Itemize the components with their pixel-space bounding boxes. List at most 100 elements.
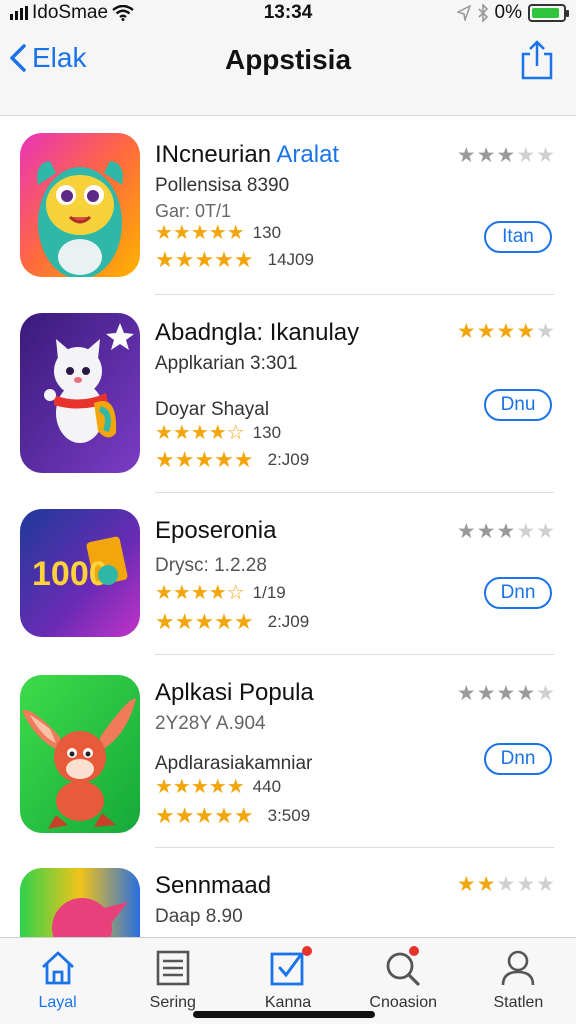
review-count: 2:J09 xyxy=(267,612,310,631)
star-icon: ★ xyxy=(536,873,556,896)
icon-logo-text: 1000 xyxy=(32,555,108,593)
star-icon: ★ xyxy=(476,520,497,543)
rating-summary: ★★★★★ 440 xyxy=(155,777,281,797)
notification-badge xyxy=(302,946,312,956)
app-title[interactable]: Sennmaad xyxy=(155,872,271,900)
red-bunny-icon[interactable] xyxy=(20,675,140,833)
star-icon: ★ xyxy=(456,144,477,167)
star-icon: ★ xyxy=(476,682,497,705)
star-rating-icon: ★★★★★ xyxy=(155,447,254,472)
share-icon[interactable] xyxy=(520,40,554,80)
rating-detail: ★★★★★ 2:J09 xyxy=(155,449,309,471)
review-count: 14J09 xyxy=(267,250,314,269)
star-icon: ★ xyxy=(476,320,497,343)
colorful-bird-icon[interactable] xyxy=(20,868,140,937)
status-bar: IdoSmae 13:34 0% xyxy=(0,0,576,26)
yellow-monster-icon[interactable] xyxy=(20,133,140,277)
list-item[interactable]: Sennmaad Daap 8.90 ★★★★★ xyxy=(0,848,576,937)
star-icon: ★ xyxy=(536,520,556,543)
rating-count: 440 xyxy=(252,777,282,796)
app-title[interactable]: Abadngla: Ikanulay xyxy=(155,319,359,347)
tab-bar: Layal Sering Kanna Cnoasion Statlen xyxy=(0,937,576,1024)
star-icon: ★ xyxy=(496,873,517,896)
app-title[interactable]: INcneurian Aralat xyxy=(155,141,339,169)
star-icon: ★ xyxy=(496,320,517,343)
tab-layal[interactable]: Layal xyxy=(0,938,115,1024)
star-icon: ★ xyxy=(536,320,556,343)
navigation-bar: Elak Appstisia xyxy=(0,26,576,116)
carrier-name: IdoSmae xyxy=(32,2,109,23)
star-icon: ★ xyxy=(456,682,477,705)
star-icon: ★ xyxy=(456,873,477,896)
top-rating: ★★★★★ xyxy=(457,683,556,704)
star-icon: ★ xyxy=(496,144,517,167)
wifi-icon xyxy=(112,5,134,21)
rating-summary: ★★★★☆ 130 xyxy=(155,423,281,443)
star-icon: ★ xyxy=(476,144,497,167)
app-subtitle: 2Y28Y A.904 xyxy=(155,713,266,734)
list-item[interactable]: Abadngla: Ikanulay Applkarian 3:301 Doya… xyxy=(0,295,576,493)
battery-level xyxy=(532,8,559,18)
tab-statlen[interactable]: Statlen xyxy=(461,938,576,1024)
battery-icon xyxy=(528,4,569,22)
tab-label: Kanna xyxy=(264,994,312,1011)
app-subtitle: Applkarian 3:301 xyxy=(155,353,298,374)
star-icon: ★ xyxy=(536,682,556,705)
get-button[interactable]: Itan xyxy=(484,221,552,253)
star-icon: ★ xyxy=(496,520,517,543)
rating-count: 1/19 xyxy=(252,583,286,602)
status-left: IdoSmae xyxy=(10,2,210,24)
rating-summary: ★★★★★ 130 xyxy=(155,223,281,243)
list-item[interactable]: INcneurian Aralat Pollensisa 8390 Gar: 0… xyxy=(0,117,576,295)
app-title-accent: Aralat xyxy=(276,141,340,168)
star-icon: ★ xyxy=(516,144,537,167)
list-item[interactable]: Aplkasi Popula 2Y28Y A.904 Apdlarasiakam… xyxy=(0,655,576,848)
star-rating-icon: ★★★★★ xyxy=(155,247,254,272)
battery-percent: 0% xyxy=(494,2,522,23)
logo-text-icon[interactable]: 1000 xyxy=(20,509,140,637)
top-rating: ★★★★★ xyxy=(457,321,556,342)
bluetooth-icon xyxy=(477,4,488,22)
review-count: 3:509 xyxy=(267,806,311,825)
signal-icon xyxy=(10,6,28,20)
star-icon: ★ xyxy=(536,144,556,167)
tab-icon-wrap xyxy=(268,946,312,988)
star-icon: ★ xyxy=(496,682,517,705)
app-meta: Doyar Shayal xyxy=(155,399,270,420)
app-list[interactable]: INcneurian Aralat Pollensisa 8390 Gar: 0… xyxy=(0,117,576,937)
review-count: 2:J09 xyxy=(267,450,310,469)
get-button[interactable]: Dnn xyxy=(484,577,552,609)
tab-label: Sering xyxy=(149,994,196,1011)
app-meta: Apdlarasiakamniar xyxy=(155,753,313,774)
star-icon: ★ xyxy=(516,520,537,543)
home-indicator xyxy=(193,1011,375,1018)
star-rating-icon: ★★★★★ xyxy=(155,803,254,828)
list-item[interactable]: 1000 Eposeronia Drysc: 1.2.28 ★★★★☆ 1/19… xyxy=(0,493,576,655)
app-title[interactable]: Aplkasi Popula xyxy=(155,679,314,707)
star-icon: ★ xyxy=(516,682,537,705)
star-rating-icon: ★★★★☆ xyxy=(155,422,245,444)
status-right: 0% xyxy=(366,2,569,24)
star-icon: ★ xyxy=(476,873,497,896)
star-icon: ★ xyxy=(456,320,477,343)
app-subtitle: Drysc: 1.2.28 xyxy=(155,555,267,576)
top-rating: ★★★★★ xyxy=(457,521,556,542)
home-icon xyxy=(41,951,74,985)
location-icon xyxy=(456,5,471,21)
page-title: Appstisia xyxy=(224,44,352,75)
app-title[interactable]: Eposeronia xyxy=(155,517,276,545)
tab-icon-wrap xyxy=(383,946,423,988)
get-button[interactable]: Dnn xyxy=(484,743,552,775)
top-rating: ★★★★★ xyxy=(457,874,556,895)
white-cat-icon[interactable] xyxy=(20,313,140,473)
person-icon xyxy=(502,950,535,986)
star-icon: ★ xyxy=(516,873,537,896)
get-button[interactable]: Dnu xyxy=(484,389,552,421)
star-rating-icon: ★★★★☆ xyxy=(155,582,245,604)
star-rating-icon: ★★★★★ xyxy=(155,222,245,244)
star-rating-icon: ★★★★★ xyxy=(155,776,245,798)
app-meta: Gar: 0T/1 xyxy=(155,201,232,221)
status-time: 13:34 xyxy=(263,2,313,23)
rating-count: 130 xyxy=(252,423,282,442)
star-rating-icon: ★★★★★ xyxy=(155,609,254,634)
